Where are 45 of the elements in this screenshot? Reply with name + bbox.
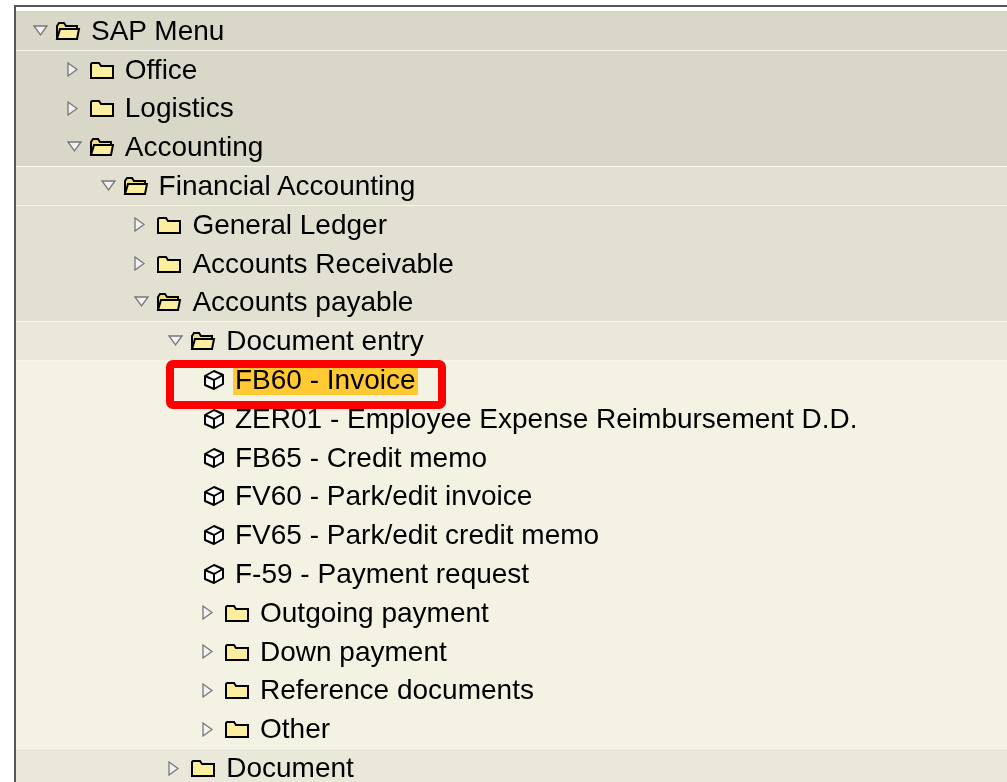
open-folder-icon xyxy=(156,292,183,313)
folder-icon xyxy=(224,641,250,662)
folder-label[interactable]: Outgoing payment xyxy=(258,597,491,628)
open-folder-icon xyxy=(88,137,115,158)
folder-label[interactable]: SAP Menu xyxy=(89,15,227,46)
cube-icon xyxy=(202,406,226,431)
folder-label[interactable]: Office xyxy=(122,54,200,85)
open-folder-icon xyxy=(190,331,217,352)
folder-icon xyxy=(156,253,183,274)
collapsed-triangle-icon[interactable] xyxy=(202,605,214,621)
cube-icon xyxy=(202,523,226,548)
folder-label[interactable]: Document xyxy=(224,753,356,782)
collapsed-triangle-icon[interactable] xyxy=(134,217,147,233)
folder-icon xyxy=(190,758,217,779)
folder-label[interactable]: Logistics xyxy=(122,93,236,124)
cube-icon xyxy=(202,484,226,509)
open-folder-icon xyxy=(55,20,81,41)
collapsed-triangle-icon[interactable] xyxy=(134,256,147,272)
collapsed-triangle-icon[interactable] xyxy=(202,721,214,737)
cube-icon xyxy=(202,562,226,587)
folder-label[interactable]: Accounting xyxy=(122,132,266,163)
expanded-triangle-icon[interactable] xyxy=(168,335,184,348)
folder-icon xyxy=(88,98,115,119)
expanded-triangle-icon[interactable] xyxy=(33,24,48,37)
cube-icon xyxy=(202,445,226,470)
folder-icon xyxy=(224,680,250,701)
folder-label[interactable]: Document entry xyxy=(224,326,426,357)
folder-label[interactable]: Other xyxy=(258,714,333,745)
expanded-triangle-icon[interactable] xyxy=(100,180,116,193)
folder-icon xyxy=(156,214,183,235)
folder-icon xyxy=(88,59,115,80)
collapsed-triangle-icon[interactable] xyxy=(66,101,79,116)
collapsed-triangle-icon[interactable] xyxy=(202,682,214,698)
cube-icon xyxy=(202,368,226,393)
expanded-triangle-icon[interactable] xyxy=(134,296,150,309)
folder-label[interactable]: Down payment xyxy=(258,636,449,667)
collapsed-triangle-icon[interactable] xyxy=(66,62,79,78)
folder-label[interactable]: Accounts payable xyxy=(190,287,416,318)
open-folder-icon xyxy=(122,176,149,197)
folder-icon xyxy=(224,719,250,740)
folder-label[interactable]: General Ledger xyxy=(190,209,389,240)
collapsed-triangle-icon[interactable] xyxy=(202,644,214,660)
folder-icon xyxy=(224,602,250,623)
expanded-triangle-icon[interactable] xyxy=(66,141,82,154)
collapsed-triangle-icon[interactable] xyxy=(168,760,181,776)
